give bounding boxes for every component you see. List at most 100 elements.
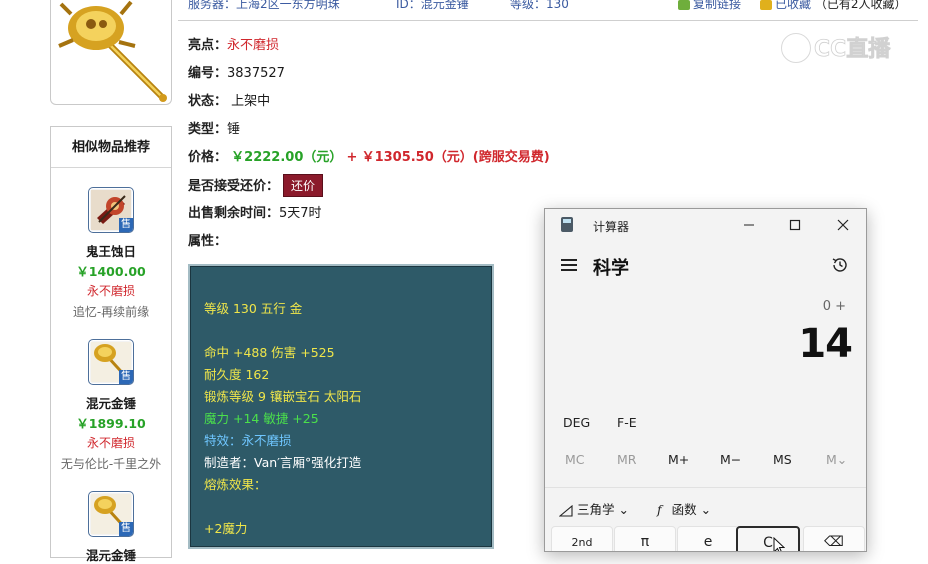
number-label: 编号： — [188, 66, 228, 81]
similar-item-tag: 永不磨损 — [86, 284, 135, 298]
price-row: 价格： ￥2222.00（元） + ￥1305.50（元）(跨服交易费) — [188, 146, 550, 165]
highlight-label: 亮点： — [188, 38, 228, 53]
triangle-ruler-icon — [558, 504, 573, 517]
attr-magic-agility: 魔力 +14 敏捷 +25 — [204, 411, 319, 426]
memory-store-button[interactable]: MS — [773, 452, 792, 467]
function-icon: f — [657, 502, 662, 517]
hamburger-menu-icon[interactable] — [561, 259, 577, 271]
sale-badge: 售 — [119, 218, 133, 232]
status-label: 状态： — [188, 94, 228, 109]
attributes-label: 属性： — [188, 234, 228, 249]
maximize-icon — [789, 219, 801, 231]
minimize-button[interactable] — [726, 209, 772, 241]
calculator-mode-title: 科学 — [593, 258, 629, 279]
copy-link-button[interactable]: 复制链接 — [678, 0, 741, 12]
bargain-label: 是否接受还价： — [188, 179, 280, 194]
sale-badge: 售 — [119, 370, 133, 384]
trigonometry-label: 三角学 — [576, 502, 615, 517]
price-value: ￥2222.00（元） — [231, 150, 343, 165]
price-label: 价格： — [188, 150, 228, 165]
close-button[interactable] — [820, 209, 866, 241]
type-label: 类型： — [188, 122, 228, 137]
bargain-button[interactable]: 还价 — [283, 174, 324, 197]
memory-list-button[interactable]: M⌄ — [826, 452, 847, 467]
trigonometry-dropdown[interactable]: 三角学 ⌄ — [558, 499, 629, 518]
item-summary-bar: 服务器：上海2区一东方明珠 ID：混元金锤 等级：130 复制链接 已收藏 （已… — [178, 0, 918, 21]
status-value: 上架中 — [231, 94, 271, 109]
golden-hammer-icon[interactable]: 售 — [88, 491, 134, 537]
watermark-text: CC直播 — [814, 36, 891, 62]
remaining-value: 5天7时 — [279, 206, 322, 221]
history-icon[interactable] — [831, 256, 849, 274]
function-label: 函数 — [671, 502, 697, 517]
fe-button[interactable]: F-E — [617, 415, 637, 430]
minimize-icon — [744, 224, 754, 226]
second-function-key[interactable]: 2nd — [551, 526, 613, 551]
attr-level: 等级 130 五行 金 — [204, 301, 303, 316]
collected-label: 已收藏 — [775, 0, 812, 11]
collected-count: （已有2人收藏） — [814, 0, 907, 11]
number-value: 3837527 — [227, 66, 285, 81]
maximize-button[interactable] — [772, 209, 818, 241]
chevron-down-icon: ⌄ — [618, 502, 629, 517]
similar-item-price: ￥1400.00 — [76, 264, 146, 279]
memory-recall-button[interactable]: MR — [617, 452, 636, 467]
memory-subtract-button[interactable]: M− — [720, 452, 741, 467]
similar-item-name[interactable]: 混元金锤 — [51, 393, 171, 412]
e-key[interactable]: e — [677, 526, 739, 551]
attr-forging: 锻炼等级 9 镶嵌宝石 太阳石 — [204, 389, 362, 404]
calculator-app-icon — [561, 217, 573, 232]
angle-unit-button[interactable]: DEG — [563, 415, 590, 430]
similar-item-name[interactable]: 鬼王蚀日 — [51, 241, 171, 260]
backspace-key[interactable]: ⌫ — [803, 526, 865, 551]
attr-durability: 耐久度 162 — [204, 367, 270, 382]
golden-hammer-icon[interactable]: 售 — [88, 339, 134, 385]
similar-items-panel: 相似物品推荐 售 鬼王蚀日 ￥1400.00 永不磨损 追忆-再续前缘 售 混元… — [50, 126, 172, 563]
collect-button[interactable]: 已收藏 （已有2人收藏） — [760, 0, 906, 12]
pi-key[interactable]: π — [614, 526, 676, 551]
attr-hit-damage: 命中 +488 伤害 +525 — [204, 345, 335, 360]
bargain-row: 是否接受还价： 还价 — [188, 174, 324, 197]
item-image — [50, 0, 172, 105]
highlight-row: 亮点：永不磨损 — [188, 34, 279, 53]
memory-add-button[interactable]: M+ — [668, 452, 689, 467]
cc-live-watermark: CC直播 — [778, 30, 908, 66]
memory-clear-button[interactable]: MC — [565, 452, 585, 467]
id-text: ID：混元金锤 — [396, 0, 469, 11]
cross-server-fee: ￥1305.50（元）(跨服交易费) — [361, 150, 550, 165]
function-dropdown[interactable]: f 函数 ⌄ — [657, 499, 711, 518]
golden-hammer-image — [58, 0, 167, 102]
clear-key[interactable]: C — [736, 526, 800, 551]
calculator-title: 计算器 — [593, 220, 630, 234]
attr-maker: 制造者：Van′言厢°强化打造 — [204, 455, 362, 470]
link-icon — [678, 0, 690, 10]
level-text: 等级：130 — [510, 0, 569, 11]
star-icon — [760, 0, 772, 10]
attributes-panel: 等级 130 五行 金 命中 +488 伤害 +525 耐久度 162 锻炼等级… — [188, 264, 494, 549]
remaining-label: 出售剩余时间： — [188, 206, 280, 221]
type-value: 锤 — [227, 122, 241, 137]
sale-badge: 售 — [119, 522, 133, 536]
similar-item-name[interactable]: 混元金锤 — [51, 545, 171, 564]
number-row: 编号：3837527 — [188, 62, 285, 81]
attr-special-effect: 特效：永不磨损 — [204, 433, 292, 448]
calculator-expression: 0 + — [822, 299, 846, 314]
similar-item-server: 追忆-再续前缘 — [72, 305, 150, 319]
second-key-label: 2nd — [571, 536, 593, 549]
attributes-row: 属性： — [188, 230, 227, 249]
calculator-display: 14 — [798, 321, 853, 367]
attr-smelting-value: +2魔力 — [204, 521, 248, 536]
chevron-down-icon: ⌄ — [700, 502, 712, 517]
attr-smelting-label: 熔炼效果： — [204, 477, 267, 492]
similar-items-title: 相似物品推荐 — [51, 127, 171, 168]
ghost-king-weapon-icon[interactable]: 售 — [88, 187, 134, 233]
close-icon — [837, 219, 849, 231]
highlight-value: 永不磨损 — [227, 38, 280, 53]
similar-item-tag: 永不磨损 — [86, 436, 135, 450]
remaining-time-row: 出售剩余时间：5天7时 — [188, 202, 322, 221]
type-row: 类型：锤 — [188, 118, 240, 137]
price-plus: + — [346, 150, 358, 165]
similar-item-price: ￥1899.10 — [76, 416, 146, 431]
copy-link-label: 复制链接 — [693, 0, 742, 11]
similar-item-server: 无与伦比-千里之外 — [60, 457, 162, 471]
